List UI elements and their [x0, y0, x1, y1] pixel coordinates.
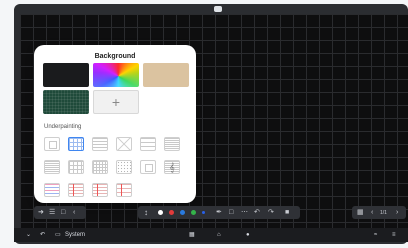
pen-icon[interactable]: ✒	[216, 208, 222, 217]
right-toolbar: ▦ ‹ 1/1 ›	[352, 206, 406, 219]
underpainting-blank[interactable]	[44, 137, 60, 151]
eraser-icon[interactable]: □	[229, 208, 233, 217]
underpainting-small-grid[interactable]	[68, 160, 84, 174]
underpainting-box[interactable]	[140, 160, 156, 174]
home-icon[interactable]: ⌂	[217, 231, 221, 239]
underpainting-color-lines[interactable]	[44, 183, 60, 197]
settings-icon[interactable]: ▦	[357, 208, 364, 217]
treble-clef-icon: 𝄞	[169, 161, 175, 172]
underpainting-grid-selected[interactable]	[68, 137, 84, 151]
underpainting-dense-lines[interactable]	[44, 160, 60, 174]
background-panel: Background + Underpainting 𝄞	[34, 45, 196, 203]
underpainting-label: Underpainting	[44, 124, 82, 130]
color-small-blue[interactable]	[202, 211, 205, 214]
color-blue[interactable]	[180, 210, 185, 215]
background-color-picker-swatch[interactable]	[93, 63, 139, 87]
settings-toggle-icon[interactable]: ≡	[392, 231, 396, 239]
underpainting-wide-lines[interactable]	[140, 137, 156, 151]
more-icon[interactable]: ⋯	[241, 208, 248, 217]
left-toolbar: ➜ ☰ □ ‹	[34, 206, 86, 219]
underpainting-cross[interactable]	[116, 137, 132, 151]
apps-icon[interactable]: ▦	[189, 231, 195, 239]
add-background-button[interactable]: +	[93, 90, 139, 114]
delete-icon[interactable]: ■	[285, 208, 289, 217]
background-green-swatch[interactable]	[43, 90, 89, 114]
background-beige-swatch[interactable]	[143, 63, 189, 87]
system-bar: ⌄ ↶ ▭ System ▦ ⌂ ● ≈ ≡	[14, 228, 408, 242]
back-nav-icon[interactable]: ↶	[40, 231, 45, 239]
color-white[interactable]	[158, 210, 163, 215]
color-red[interactable]	[169, 210, 174, 215]
underpainting-red-wide[interactable]	[116, 183, 132, 197]
monitor-icon[interactable]: ▭	[55, 231, 61, 239]
underpainting-lines[interactable]	[92, 137, 108, 151]
color-green[interactable]	[191, 210, 196, 215]
panel-title: Background	[94, 53, 136, 60]
chevron-down-icon[interactable]: ⌄	[26, 231, 31, 239]
plus-icon: +	[111, 94, 121, 110]
underpainting-red-margin-alt[interactable]	[92, 183, 108, 197]
page-indicator: 1/1	[380, 210, 387, 216]
square-icon[interactable]: □	[61, 208, 65, 217]
underpainting-dots[interactable]	[116, 160, 132, 174]
background-black-swatch[interactable]	[43, 63, 89, 87]
redo-icon[interactable]: ↷	[268, 208, 274, 217]
camera-icon	[214, 6, 222, 12]
text-tool-icon[interactable]: ↕	[144, 208, 148, 217]
center-toolbar: ↕ ✒ □ ⋯ ↶ ↷ ■	[138, 206, 300, 219]
underpainting-fine-grid[interactable]	[92, 160, 108, 174]
next-icon[interactable]: ›	[396, 208, 398, 217]
menu-icon[interactable]: ☰	[49, 208, 55, 217]
undo-icon[interactable]: ↶	[254, 208, 260, 217]
system-label[interactable]: System	[65, 231, 85, 239]
wifi-icon[interactable]: ≈	[374, 231, 377, 239]
underpainting-music-staff[interactable]: 𝄞	[164, 160, 180, 174]
recent-icon[interactable]: ●	[246, 231, 250, 239]
underpainting-narrow-lines[interactable]	[164, 137, 180, 151]
back-icon[interactable]: ‹	[73, 208, 75, 217]
exit-icon[interactable]: ➜	[38, 208, 44, 217]
prev-icon[interactable]: ‹	[371, 208, 373, 217]
underpainting-red-margin[interactable]	[68, 183, 84, 197]
